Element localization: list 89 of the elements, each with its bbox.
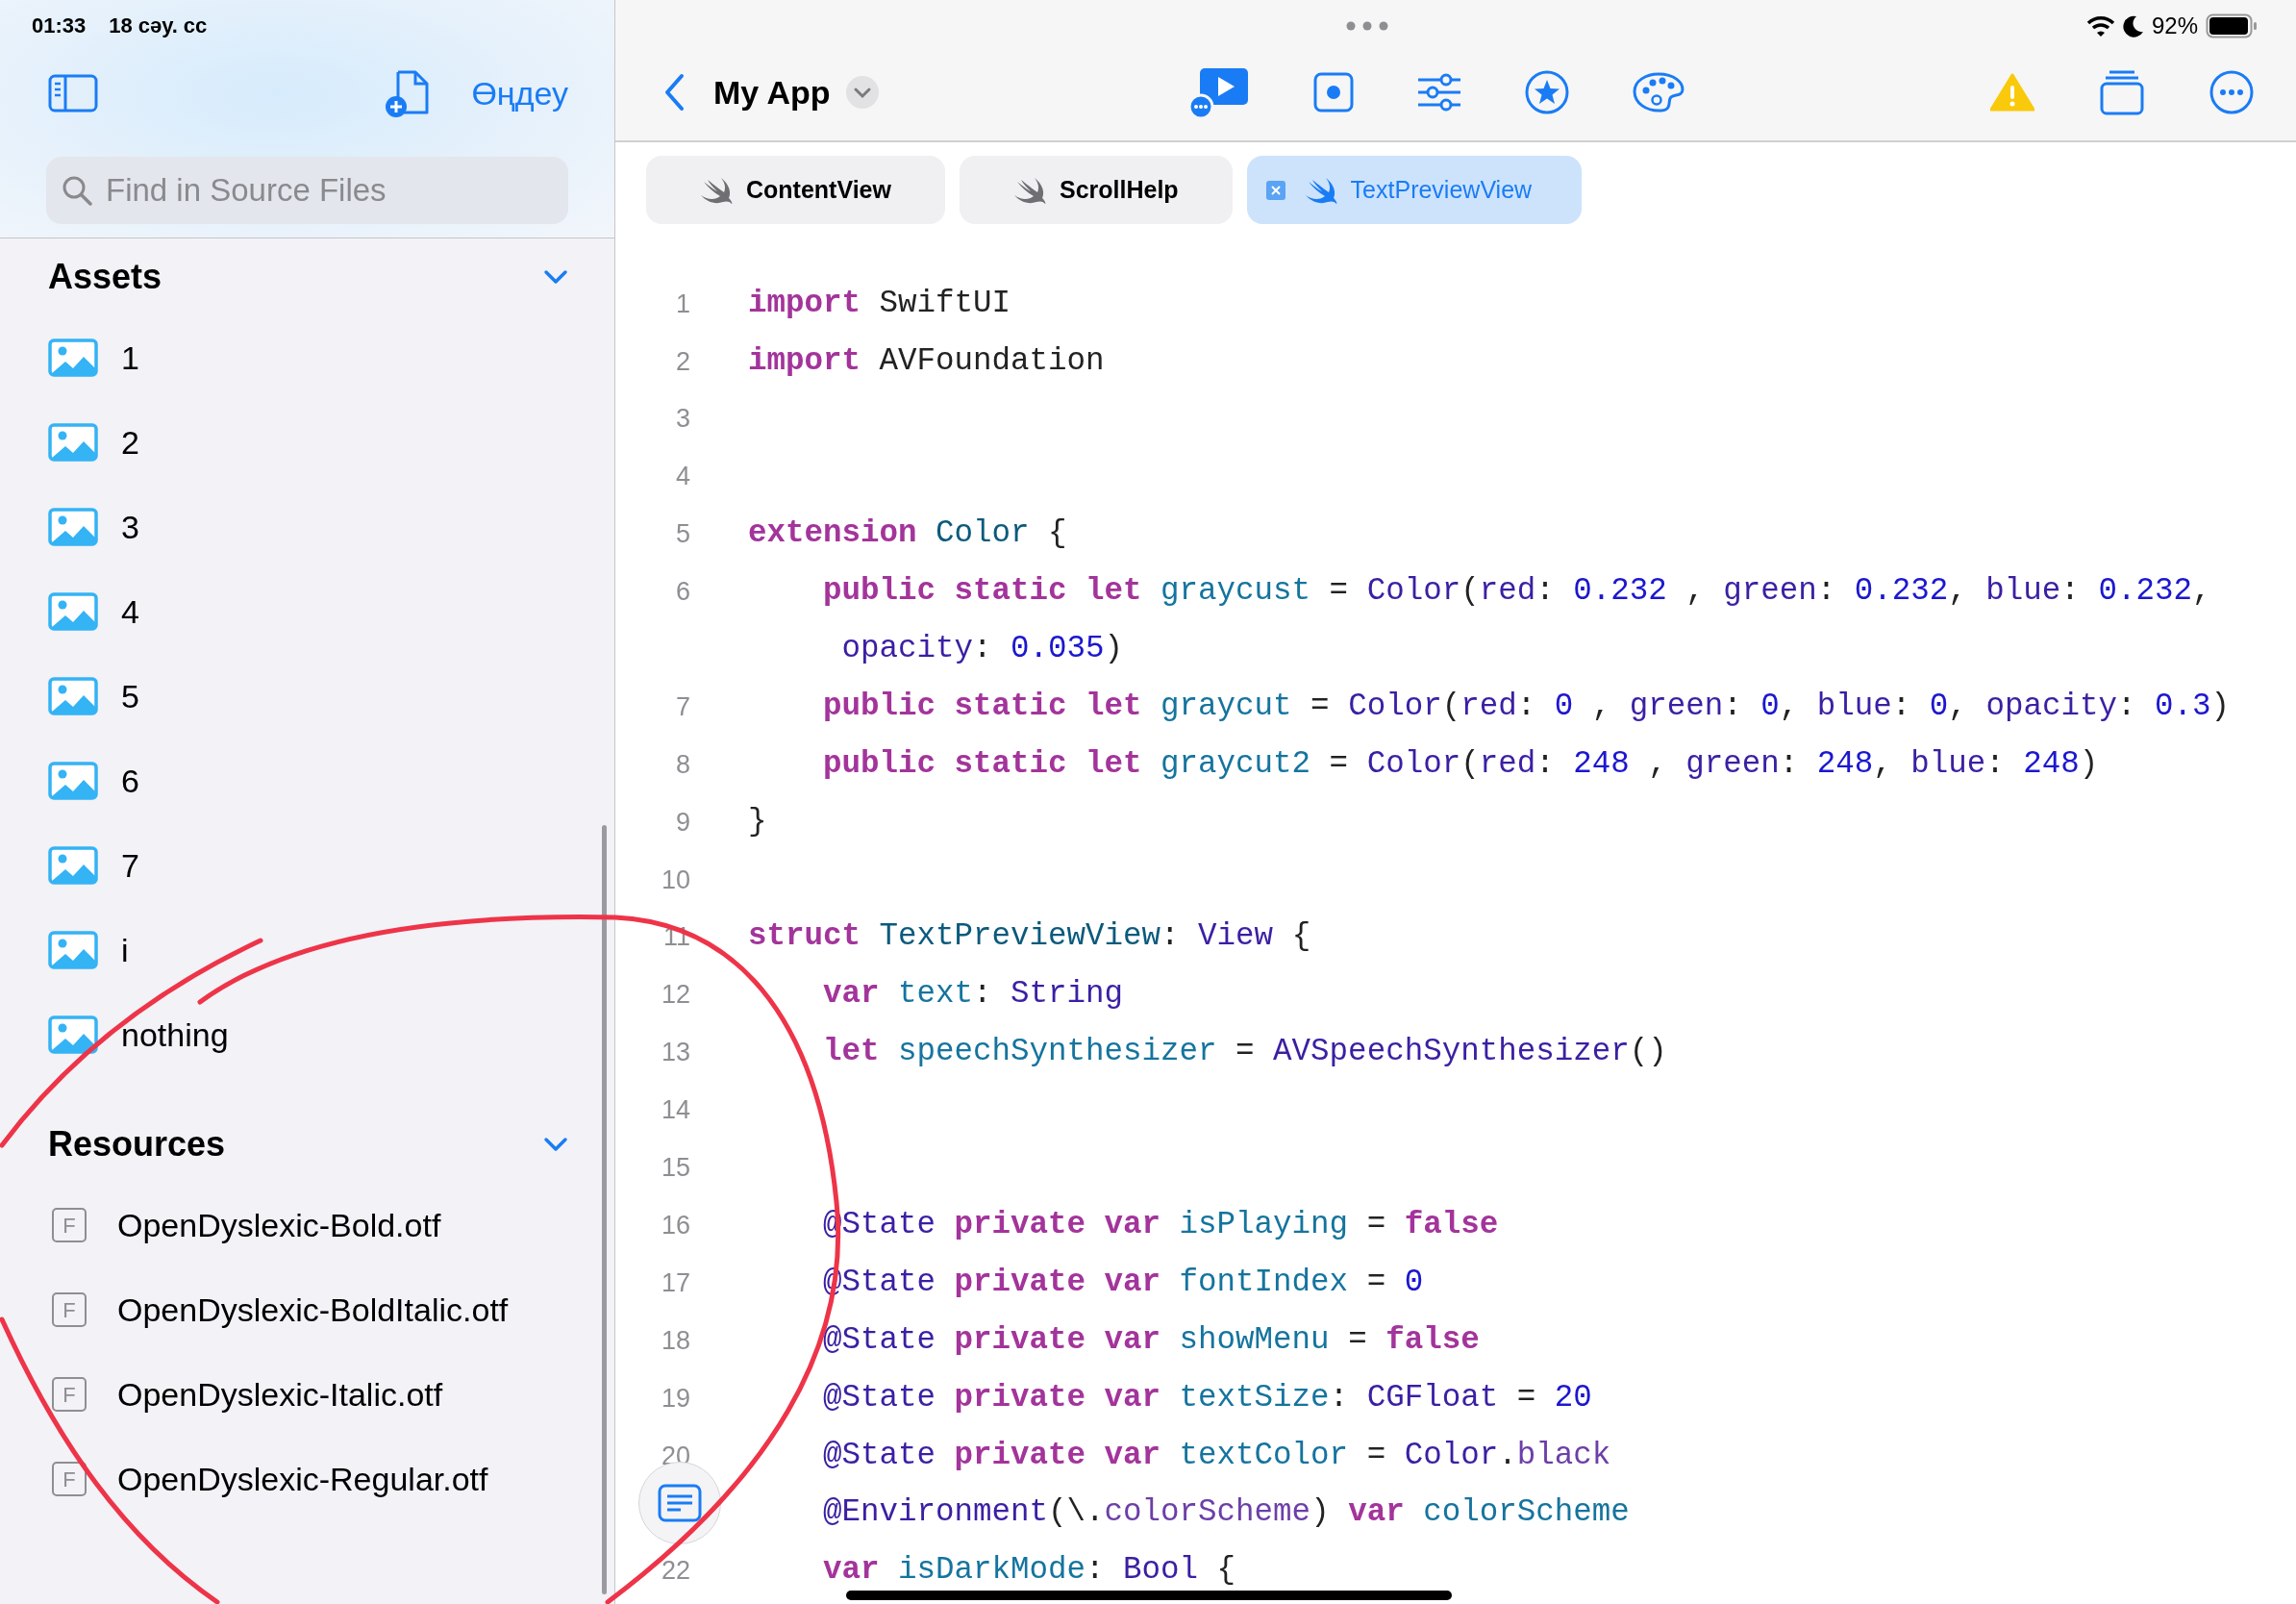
line-number: 9 (674, 806, 690, 839)
sliders-icon[interactable] (1416, 73, 1461, 112)
code-line[interactable]: public static let graycust = Color(red: 0.232 , green: 0.232, blue: 0.232, (748, 576, 2211, 608)
line-number: 2 (674, 345, 690, 378)
line-number: 12 (660, 979, 690, 1012)
code-line[interactable]: @State private var textColor = Color.black (748, 1440, 1611, 1471)
line-number: 18 (660, 1324, 690, 1357)
new-file-icon[interactable] (385, 68, 432, 118)
file-tab[interactable]: ScrollHelp (959, 156, 1233, 224)
code-line[interactable]: extension Color { (748, 518, 1067, 550)
code-line[interactable]: var text: String (748, 979, 1124, 1011)
file-name[interactable]: 3 (121, 502, 139, 552)
dropdown-icon[interactable] (845, 76, 879, 109)
font-file-icon: F (52, 1462, 87, 1496)
image-icon (48, 677, 98, 715)
image-icon (48, 592, 98, 631)
image-icon (48, 423, 98, 462)
code-line[interactable]: import SwiftUI (748, 288, 1011, 320)
wifi-icon (2085, 14, 2115, 38)
code-line[interactable]: struct TextPreviewView: View { (748, 921, 1311, 953)
font-file-icon: F (52, 1292, 87, 1327)
code-line[interactable]: public static let graycut = Color(red: 0 , green: 0, blue: 0, opacity: 0.3) (748, 690, 2230, 723)
section-title: Resources (48, 1123, 226, 1165)
file-name[interactable]: 1 (121, 333, 139, 383)
sidebar-toggle-icon[interactable] (48, 74, 98, 113)
font-file-icon: F (52, 1377, 87, 1412)
line-number: 14 (660, 1094, 690, 1127)
line-number: 5 (674, 518, 690, 551)
file-name[interactable]: 6 (121, 756, 139, 806)
image-icon (48, 846, 98, 885)
line-number: 17 (660, 1266, 690, 1299)
file-tab[interactable]: ContentView (646, 156, 945, 224)
image-icon (48, 1015, 98, 1054)
record-icon[interactable] (1312, 72, 1354, 113)
line-number: 6 (674, 576, 690, 609)
file-name[interactable]: 4 (121, 587, 139, 637)
palette-icon[interactable] (1632, 71, 1685, 113)
close-icon[interactable] (1265, 180, 1285, 200)
line-number: 10 (660, 864, 690, 896)
section-title: Assets (48, 256, 162, 298)
line-number: 7 (674, 690, 690, 723)
multitasking-dots-icon[interactable] (1346, 21, 1388, 31)
list-icon (658, 1484, 702, 1522)
chevron-icon[interactable] (543, 269, 568, 285)
image-icon (48, 931, 98, 969)
line-number: 4 (674, 461, 690, 493)
image-icon (48, 508, 98, 546)
line-number: 1 (674, 288, 690, 320)
code-line[interactable]: let speechSynthesizer = AVSpeechSynthesizer() (748, 1037, 1667, 1068)
status-time: 01:33 (32, 13, 87, 39)
file-name[interactable]: OpenDyslexic-Italic.otf (117, 1369, 443, 1419)
image-icon (48, 338, 98, 377)
file-name[interactable]: i (121, 925, 129, 975)
file-name[interactable]: nothing (121, 1010, 229, 1060)
file-name[interactable]: OpenDyslexic-Bold.otf (117, 1200, 441, 1250)
code-line[interactable]: opacity: 0.035) (748, 634, 1124, 665)
back-icon[interactable] (663, 73, 685, 112)
moon-icon (2122, 14, 2144, 38)
file-name[interactable]: 7 (121, 840, 139, 890)
search-field[interactable]: Find in Source Files (46, 157, 568, 224)
star-icon[interactable] (1524, 70, 1569, 114)
code-line[interactable]: @State private var textSize: CGFloat = 20 (748, 1382, 1592, 1415)
code-line[interactable]: public static let graycut2 = Color(red: 248 , green: 248, blue: 248) (748, 748, 2099, 781)
windows-icon[interactable] (2100, 69, 2144, 115)
code-line[interactable]: @Environment(\.colorScheme) var colorScheme (748, 1497, 1630, 1529)
code-line[interactable]: var isDarkMode: Bool { (748, 1555, 1236, 1587)
code-line[interactable]: } (748, 806, 767, 839)
chevron-icon[interactable] (543, 1137, 568, 1152)
file-name[interactable]: 5 (121, 671, 139, 721)
project-title: My App (713, 72, 831, 113)
line-number: 16 (660, 1209, 690, 1241)
status-date: 18 сәу. сс (109, 13, 208, 39)
file-name[interactable]: 2 (121, 417, 139, 467)
code-line[interactable]: import AVFoundation (748, 345, 1105, 378)
code-line[interactable]: @State private var showMenu = false (748, 1324, 1480, 1357)
line-number: 13 (660, 1037, 690, 1069)
battery-percent: 92% (2151, 12, 2198, 40)
line-number: 22 (660, 1555, 690, 1588)
line-number: 3 (674, 403, 690, 436)
image-icon (48, 762, 98, 800)
line-number: 15 (660, 1152, 690, 1185)
file-name[interactable]: OpenDyslexic-BoldItalic.otf (117, 1285, 509, 1335)
swift-bird-icon (700, 175, 735, 205)
battery-icon (2206, 13, 2258, 38)
line-number: 8 (674, 748, 690, 781)
line-number: 19 (660, 1382, 690, 1415)
more-icon[interactable] (2209, 70, 2254, 114)
file-name[interactable]: OpenDyslexic-Regular.otf (117, 1454, 488, 1504)
font-file-icon: F (52, 1208, 87, 1242)
